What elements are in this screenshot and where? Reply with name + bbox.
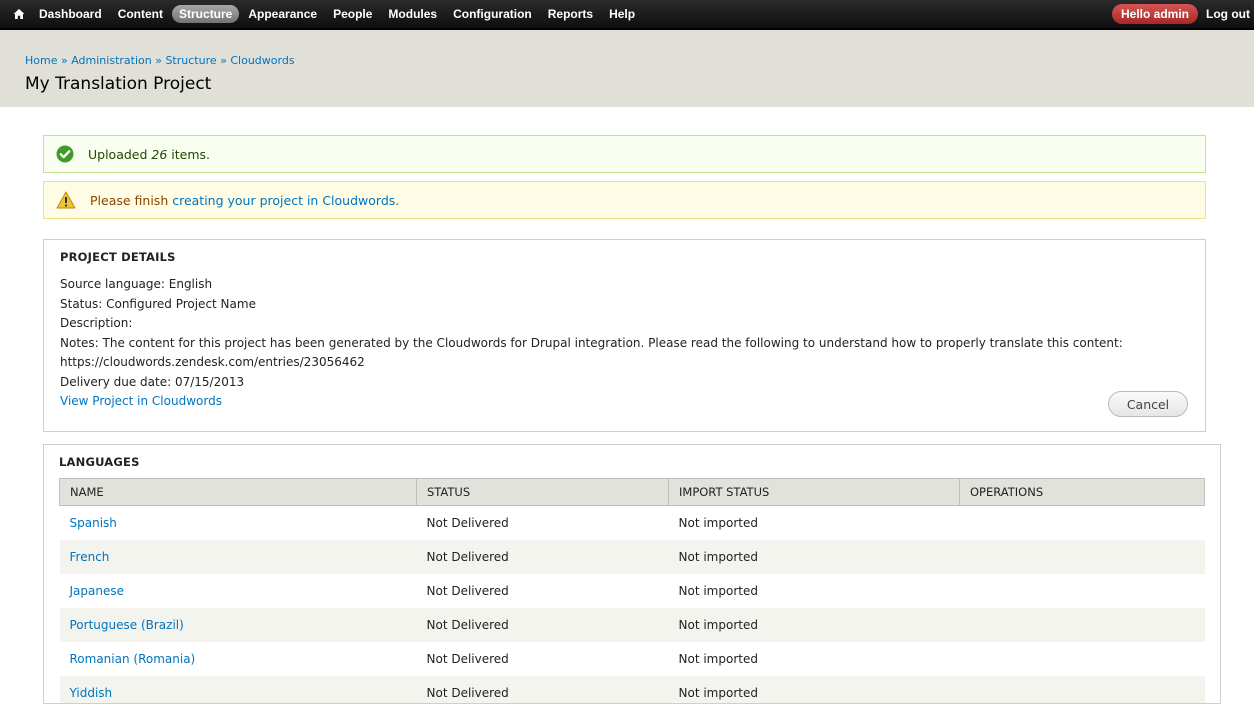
breadcrumb-home[interactable]: Home <box>25 54 57 67</box>
create-project-link[interactable]: creating your project in Cloudwords <box>172 193 395 208</box>
status-suffix: items. <box>167 146 211 162</box>
breadcrumb-separator: » <box>155 54 162 67</box>
project-notes: Notes: The content for this project has … <box>60 335 1123 350</box>
status-message-text: Uploaded 26 items. <box>88 147 210 162</box>
toolbar-menu: Dashboard Content Structure Appearance P… <box>32 5 644 23</box>
source-language: Source language: English <box>60 277 213 291</box>
status-message: Uploaded 26 items. <box>43 135 1206 173</box>
admin-toolbar: Dashboard Content Structure Appearance P… <box>0 0 1254 30</box>
project-details-panel: PROJECT DETAILS Source language: English… <box>43 239 1206 432</box>
toolbar-item-configuration[interactable]: Configuration <box>446 5 539 23</box>
project-status: Status: Configured Project Name <box>60 296 256 311</box>
toolbar-item-modules[interactable]: Modules <box>381 5 444 23</box>
home-icon[interactable] <box>6 8 32 20</box>
warning-icon <box>56 191 76 209</box>
language-operations <box>959 540 1205 574</box>
language-status: Not Delivered <box>416 608 669 642</box>
languages-table: NAME STATUS IMPORT STATUS OPERATIONS Spa… <box>59 478 1205 703</box>
languages-panel: LANGUAGES NAME STATUS IMPORT STATUS OPER… <box>43 444 1221 704</box>
table-row: French Not Delivered Not imported <box>59 540 1205 574</box>
language-link[interactable]: Portuguese (Brazil) <box>70 618 184 632</box>
table-row: Spanish Not Delivered Not imported <box>60 506 1205 541</box>
language-import-status: Not imported <box>668 608 960 642</box>
language-link[interactable]: Yiddish <box>70 686 113 700</box>
table-row: Japanese Not Delivered Not imported <box>60 574 1205 608</box>
toolbar-item-people[interactable]: People <box>326 5 379 23</box>
cancel-button[interactable]: Cancel <box>1108 391 1188 417</box>
table-row: Yiddish Not Delivered Not imported <box>59 676 1205 703</box>
warning-message-text: Please finish creating your project in C… <box>90 193 399 208</box>
uploaded-count: 26 <box>151 146 168 162</box>
language-status: Not Delivered <box>416 540 669 574</box>
toolbar-item-dashboard[interactable]: Dashboard <box>32 5 109 23</box>
main-content: Uploaded 26 items. Please finish creatin… <box>0 107 1254 704</box>
breadcrumb: Home » Administration » Structure » Clou… <box>25 54 1229 67</box>
language-operations <box>959 676 1205 703</box>
project-details-title: PROJECT DETAILS <box>60 250 176 264</box>
language-status: Not Delivered <box>426 516 509 530</box>
table-row: Portuguese (Brazil) Not Delivered Not im… <box>59 608 1205 642</box>
project-notes-url: https://cloudwords.zendesk.com/entries/2… <box>60 355 365 369</box>
language-import-status: Not imported <box>668 540 960 574</box>
column-header-import-status[interactable]: IMPORT STATUS <box>668 478 960 506</box>
language-link[interactable]: Japanese <box>70 584 125 598</box>
table-header-row: NAME STATUS IMPORT STATUS OPERATIONS <box>59 478 1205 506</box>
language-import-status: Not imported <box>678 516 758 530</box>
breadcrumb-cloudwords[interactable]: Cloudwords <box>230 54 294 67</box>
toolbar-item-structure[interactable]: Structure <box>172 5 240 23</box>
column-header-name[interactable]: NAME <box>59 478 417 506</box>
toolbar-item-appearance[interactable]: Appearance <box>241 5 324 23</box>
language-operations <box>960 574 1205 608</box>
language-operations <box>959 608 1205 642</box>
table-row: Romanian (Romania) Not Delivered Not imp… <box>60 642 1205 676</box>
warning-message: Please finish creating your project in C… <box>43 181 1206 219</box>
column-header-operations: OPERATIONS <box>959 478 1205 506</box>
language-link[interactable]: Romanian (Romania) <box>70 652 196 666</box>
column-header-status[interactable]: STATUS <box>416 478 669 506</box>
language-operations <box>960 506 1205 541</box>
language-status: Not Delivered <box>426 584 509 598</box>
language-operations <box>960 642 1205 676</box>
language-status: Not Delivered <box>416 676 669 703</box>
breadcrumb-administration[interactable]: Administration <box>71 54 152 67</box>
page-header: Home » Administration » Structure » Clou… <box>0 30 1254 107</box>
status-prefix: Uploaded <box>88 146 152 162</box>
language-import-status: Not imported <box>678 584 758 598</box>
view-project-link[interactable]: View Project in Cloudwords <box>60 394 222 408</box>
warning-suffix: . <box>395 192 400 208</box>
check-circle-icon <box>56 145 74 163</box>
language-link[interactable]: Spanish <box>70 516 117 530</box>
toolbar-item-help[interactable]: Help <box>602 5 642 23</box>
language-import-status: Not imported <box>668 676 960 703</box>
language-import-status: Not imported <box>678 652 758 666</box>
page-title: My Translation Project <box>25 74 212 94</box>
toolbar-item-reports[interactable]: Reports <box>541 5 600 23</box>
logout-link[interactable]: Log out <box>1206 7 1250 21</box>
toolbar-item-content[interactable]: Content <box>111 5 170 23</box>
language-status: Not Delivered <box>426 652 509 666</box>
languages-title: LANGUAGES <box>59 455 140 469</box>
user-area: Hello admin Log out <box>1112 4 1250 24</box>
warning-prefix: Please finish <box>90 192 173 208</box>
project-description: Description: <box>60 316 133 330</box>
language-link[interactable]: French <box>70 550 110 564</box>
breadcrumb-structure[interactable]: Structure <box>165 54 216 67</box>
breadcrumb-separator: » <box>60 54 68 67</box>
user-greeting-badge[interactable]: Hello admin <box>1112 4 1199 24</box>
delivery-due-date: Delivery due date: 07/15/2013 <box>60 374 245 389</box>
breadcrumb-separator: » <box>220 54 227 67</box>
